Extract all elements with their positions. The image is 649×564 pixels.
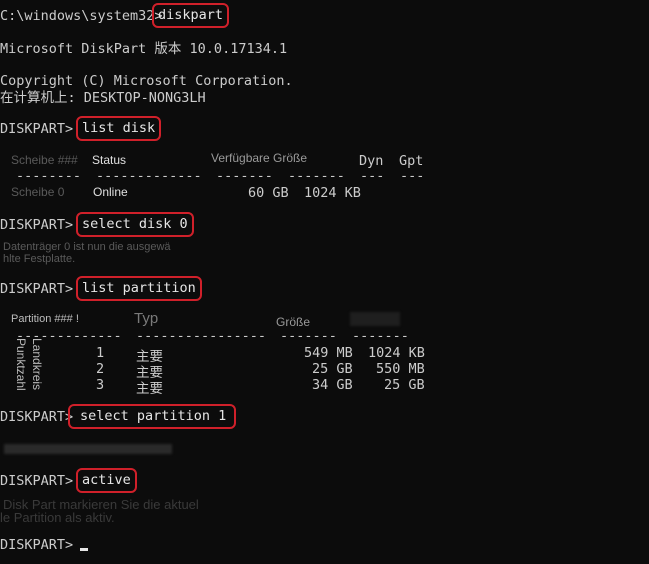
disk-sep: ------- (288, 168, 345, 184)
command-select-partition: select partition 1 (68, 404, 237, 429)
select-partition-output-obscured (4, 444, 172, 454)
partition-header-num: Partition ### ! (11, 313, 79, 325)
partition-offset: 1024 KB (368, 345, 425, 361)
partition-header-type: Typ (134, 310, 159, 327)
partition-offset: 25 GB (384, 377, 425, 393)
command-list-partition: list partition (76, 276, 202, 301)
partition-vertical-label-landkreis: Landkreis (30, 338, 44, 391)
disk-row-name: Scheibe 0 (11, 185, 65, 199)
disk-row-free: 1024 KB (304, 185, 361, 201)
disk-sep: --- (400, 168, 425, 184)
disk-header-gpt: Gpt (399, 153, 424, 169)
final-prompt: DISKPART> (0, 537, 74, 553)
disk-header-size: Verfügbare Größe (211, 151, 308, 165)
disk-header-dyn: Dyn (359, 153, 384, 169)
computer-line: 在计算机上: DESKTOP-NONG3LH (0, 90, 206, 106)
prompt: DISKPART> (0, 217, 74, 233)
partition-type: 主要 (136, 381, 163, 397)
disk-header-status: Status (92, 153, 127, 167)
partition-sep: ------- (280, 328, 337, 344)
disk-row-size: 60 GB (248, 185, 289, 201)
text-cursor[interactable] (80, 548, 88, 551)
disk-sep: ------- (216, 168, 273, 184)
prompt: DISKPART> (0, 281, 74, 297)
partition-sep: ---------------- (136, 328, 267, 344)
command-select-disk: select disk 0 (76, 212, 194, 237)
partition-num: 1 (96, 345, 105, 361)
prompt: DISKPART> (0, 121, 74, 137)
command-diskpart: diskpart (152, 3, 230, 28)
partition-size: 549 MB (304, 345, 353, 361)
partition-offset: 550 MB (376, 361, 425, 377)
command-list-disk: list disk (76, 116, 162, 141)
partition-vertical-label-punktzahl: Punktzahl (14, 338, 28, 391)
partition-sep: ------- (352, 328, 409, 344)
active-output-2: le Partition als aktiv. (0, 510, 115, 525)
disk-row-status: Online (93, 185, 128, 199)
select-disk-output-1: Datenträger 0 ist nun die ausgewä (3, 241, 171, 253)
partition-num: 2 (96, 361, 105, 377)
partition-size: 25 GB (312, 361, 353, 377)
command-active: active (76, 468, 137, 493)
select-disk-output-2: hlte Festplatte. (3, 253, 76, 265)
partition-size: 34 GB (312, 377, 353, 393)
initial-prompt: C:\windows\system32> (0, 8, 163, 24)
prompt: DISKPART> (0, 409, 74, 425)
disk-sep: -------- (16, 168, 82, 184)
disk-header-disk: Scheibe ### (11, 153, 78, 167)
partition-header-offset-obscured (350, 312, 400, 326)
disk-sep: ------------- (96, 168, 202, 184)
prompt: DISKPART> (0, 473, 74, 489)
copyright-line: Copyright (C) Microsoft Corporation. (0, 73, 293, 89)
partition-header-size: Größe (276, 315, 311, 329)
partition-num: 3 (96, 377, 105, 393)
version-line: Microsoft DiskPart 版本 10.0.17134.1 (0, 41, 288, 57)
disk-sep: --- (360, 168, 385, 184)
